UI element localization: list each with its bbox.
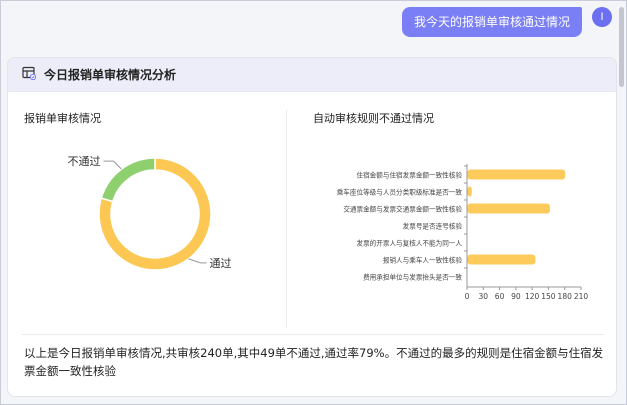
y-tick-label: 发票的开票人与复核人不能为同一人 — [357, 239, 463, 248]
app-frame: 我今天的报销单审核通过情况 I 今日报销单审核情况分析 报销单审核情况 不通过通… — [0, 0, 627, 405]
leader-line-pass — [188, 258, 207, 264]
x-tick-label: 90 — [511, 292, 521, 301]
y-tick-label: 报销人与乘车人一致性核验 — [383, 256, 463, 265]
x-tick-label: 30 — [479, 292, 489, 301]
y-tick-label: 乘车座位等级与人员分类职级标准是否一致 — [337, 188, 463, 197]
card-title: 今日报销单审核情况分析 — [44, 68, 177, 82]
report-icon — [22, 65, 37, 84]
right-panel-title: 自动审核规则不通过情况 — [313, 112, 434, 125]
left-panel: 报销单审核情况 不通过通过 — [8, 92, 286, 332]
donut-label-fail: 不通过 — [67, 155, 100, 168]
y-tick-label: 住宿金额与住宿发票金额一致性核验 — [357, 171, 463, 180]
x-tick-label: 150 — [541, 292, 556, 301]
vertical-scrollbar[interactable] — [619, 7, 624, 399]
donut-label-pass: 通过 — [210, 257, 232, 270]
bar[interactable] — [467, 186, 472, 197]
leader-line-fail — [103, 160, 122, 170]
bar[interactable] — [467, 203, 551, 214]
bar-chart: 住宿金额与住宿发票金额一致性核验乘车座位等级与人员分类职级标准是否一致交通票金额… — [337, 164, 589, 301]
donut-slice-fail[interactable] — [100, 157, 156, 203]
scrollbar-thumb[interactable] — [619, 7, 624, 87]
x-tick-label: 60 — [495, 292, 505, 301]
card-header: 今日报销单审核情况分析 — [8, 58, 616, 92]
donut-chart: 不通过通过 — [67, 155, 232, 271]
summary-text: 以上是今日报销单审核情况,共审核240单,其中49单不通过,通过率79%。不通过… — [24, 346, 604, 378]
user-message-bubble: 我今天的报销单审核通过情况 — [401, 7, 582, 37]
x-tick-label: 180 — [558, 292, 573, 301]
x-tick-label: 0 — [465, 292, 470, 301]
bar[interactable] — [467, 254, 536, 265]
y-tick-label: 交通票金额与发票交通票金额一致性核验 — [343, 205, 462, 214]
x-tick-label: 120 — [525, 292, 540, 301]
y-tick-label: 费用承担单位与发票抬头是否一致 — [363, 273, 462, 282]
x-tick-label: 210 — [574, 292, 589, 301]
user-message-row: 我今天的报销单审核通过情况 I — [401, 7, 612, 37]
right-panel: 自动审核规则不通过情况 住宿金额与住宿发票金额一致性核验乘车座位等级与人员分类职… — [287, 92, 616, 332]
summary-divider — [22, 334, 604, 335]
analysis-card: 今日报销单审核情况分析 报销单审核情况 不通过通过 自动审核规则不通过情况 住宿… — [7, 57, 617, 397]
bar[interactable] — [467, 169, 566, 180]
user-avatar[interactable]: I — [592, 7, 612, 27]
left-panel-title: 报销单审核情况 — [24, 112, 101, 125]
y-tick-label: 发票号是否连号核验 — [403, 222, 463, 231]
